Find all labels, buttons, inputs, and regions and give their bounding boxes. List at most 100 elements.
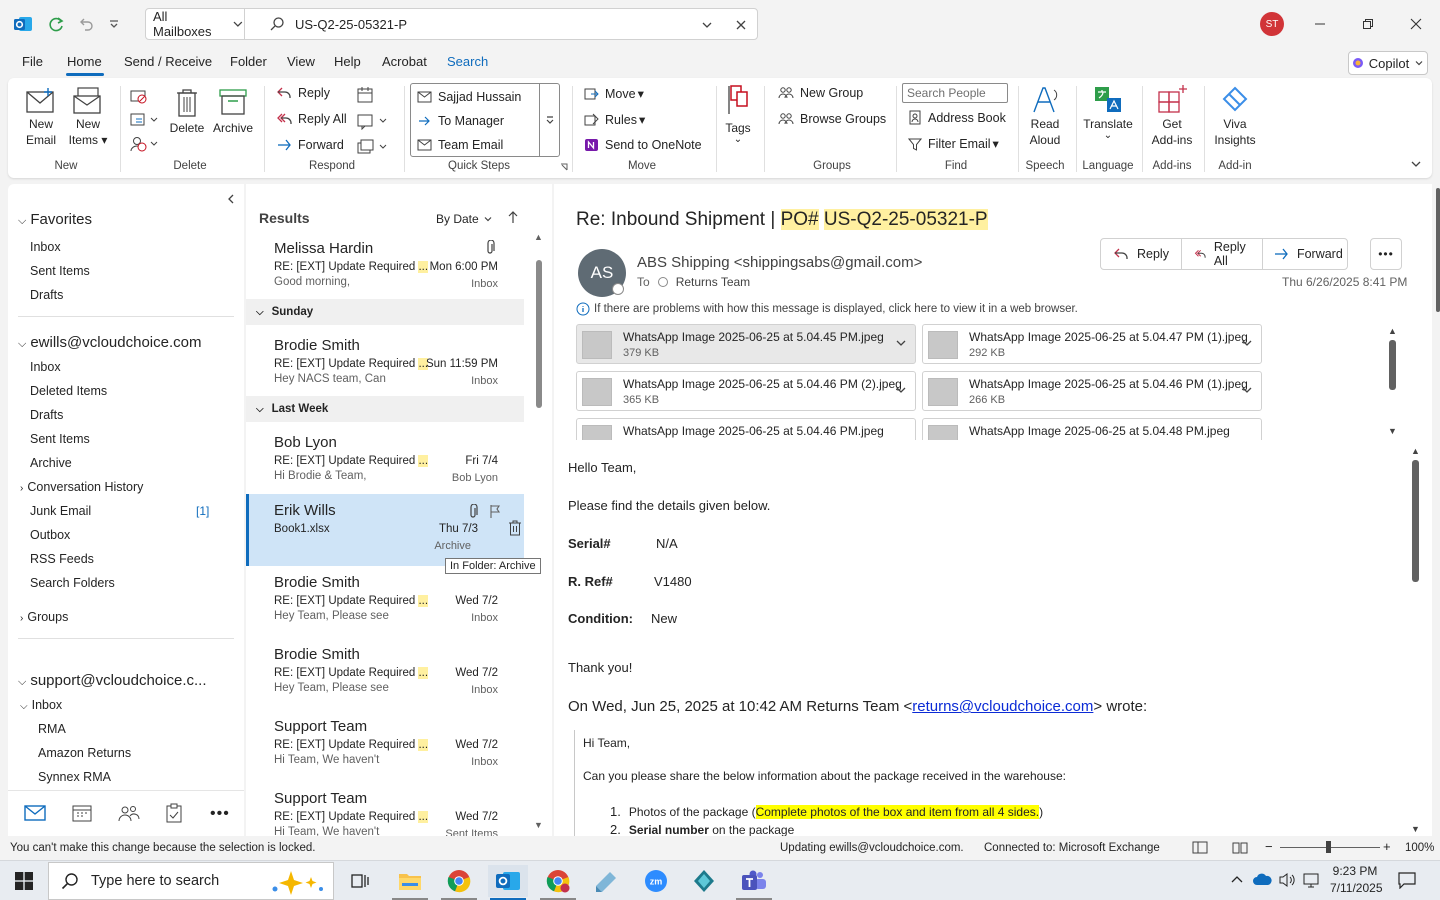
tab-search[interactable]: Search (447, 54, 488, 69)
tasks-module-icon[interactable] (166, 803, 182, 823)
scrollbar-thumb[interactable] (1412, 460, 1419, 582)
outlook-taskbar-icon[interactable] (488, 865, 528, 897)
folder-favorite-drafts[interactable]: Drafts (30, 288, 63, 302)
translate-button[interactable]: Translate ⌄ (1082, 84, 1134, 141)
meeting-reply-icon[interactable] (356, 86, 374, 104)
reply-button[interactable]: Reply (276, 86, 330, 100)
forward-button-header[interactable]: Forward (1263, 239, 1353, 269)
collapse-folder-pane-icon[interactable] (226, 194, 236, 204)
close-icon[interactable] (1402, 10, 1430, 38)
get-add-ins-button[interactable]: Get Add-ins (1150, 84, 1194, 148)
sender-name[interactable]: ABS Shipping <shippingsabs@gmail.com> (637, 254, 922, 271)
delete-icon[interactable] (508, 520, 522, 536)
app-diamond-icon[interactable] (684, 865, 724, 897)
message-item[interactable]: Support Team RE: [EXT] Update Required .… (246, 782, 524, 836)
search-people-input[interactable]: Search People (902, 83, 1008, 103)
folder-amazon-returns[interactable]: Amazon Returns (38, 746, 131, 760)
attachment[interactable]: WhatsApp Image 2025-06-25 at 5.04.45 PM.… (576, 324, 916, 364)
folder-inbox[interactable]: Inbox (30, 360, 61, 374)
junk-icon[interactable] (128, 134, 160, 154)
clear-search-icon[interactable] (735, 19, 747, 31)
folder-outbox[interactable]: Outbox (30, 528, 70, 542)
tab-acrobat[interactable]: Acrobat (382, 54, 427, 69)
move-button[interactable]: Move ▾ (584, 86, 644, 101)
delete-button[interactable]: Delete (168, 86, 206, 136)
flag-icon[interactable] (489, 504, 501, 518)
attachment[interactable]: WhatsApp Image 2025-06-25 at 5.04.46 PM … (922, 371, 1262, 411)
folder-synnex-rma[interactable]: Synnex RMA (38, 770, 111, 784)
collapse-ribbon-icon[interactable] (1410, 158, 1422, 170)
tab-help[interactable]: Help (334, 54, 361, 69)
groups-header[interactable]: › Groups (20, 610, 68, 624)
folder-search-folders[interactable]: Search Folders (30, 576, 115, 590)
reply-button-header[interactable]: Reply (1101, 239, 1182, 269)
taskbar-search[interactable]: Type here to search (48, 862, 334, 900)
zoom-in-icon[interactable]: + (1383, 839, 1391, 854)
chrome-icon[interactable] (439, 865, 479, 897)
filter-email-button[interactable]: Filter Email ▾ (908, 136, 999, 151)
folder-rss-feeds[interactable]: RSS Feeds (30, 552, 94, 566)
people-module-icon[interactable] (118, 804, 140, 822)
folder-deleted-items[interactable]: Deleted Items (30, 384, 107, 398)
more-modules-icon[interactable]: ••• (210, 805, 230, 823)
sort-dropdown[interactable]: By Date (436, 212, 493, 226)
windows-start-icon[interactable] (4, 865, 44, 897)
group-header-sunday[interactable]: ⌵ Sunday (246, 299, 524, 325)
reading-pane-scrollbar[interactable]: ▲ ▼ (1411, 446, 1421, 836)
attachments-scrollbar[interactable]: ▲ ▼ (1388, 326, 1398, 438)
message-item[interactable]: Brodie Smith RE: [EXT] Update Required .… (246, 638, 524, 710)
attachment[interactable]: WhatsApp Image 2025-06-25 at 5.04.47 PM … (922, 324, 1262, 364)
normal-view-icon[interactable] (1192, 841, 1208, 854)
sync-icon[interactable] (44, 12, 68, 36)
show-hidden-icons-icon[interactable] (1230, 873, 1244, 887)
rules-button[interactable]: Rules ▾ (584, 112, 645, 127)
app-icon[interactable] (586, 865, 626, 897)
info-bar[interactable]: If there are problems with how this mess… (576, 302, 1078, 316)
folder-support-inbox[interactable]: ⌵ Inbox (20, 698, 62, 712)
message-item-selected[interactable]: Erik Wills Book1.xlsx Thu 7/3 Archive (246, 494, 524, 566)
search-options-chevron-icon[interactable] (701, 19, 713, 31)
tab-view[interactable]: View (287, 54, 315, 69)
browse-groups-button[interactable]: Browse Groups (778, 112, 886, 126)
favorites-header[interactable]: ⌵ Favorites (18, 211, 92, 228)
ignore-icon[interactable] (128, 86, 148, 106)
account-header-support[interactable]: ⌵ support@vcloudchoice.c... (18, 672, 207, 689)
reply-all-button[interactable]: Reply All (276, 112, 347, 126)
folder-favorite-sent[interactable]: Sent Items (30, 264, 90, 278)
message-item[interactable]: Bob Lyon RE: [EXT] Update Required ... F… (246, 426, 524, 498)
more-respond-icon[interactable] (356, 138, 388, 156)
chevron-down-icon[interactable] (1241, 384, 1253, 396)
chevron-down-icon[interactable] (895, 337, 907, 349)
new-email-button[interactable]: New Email (24, 86, 58, 148)
undo-icon[interactable] (74, 12, 98, 36)
account-header-ewills[interactable]: ⌵ ewills@vcloudchoice.com (18, 334, 201, 351)
account-avatar[interactable]: ST (1260, 12, 1284, 36)
reply-all-button-header[interactable]: Reply All (1182, 239, 1263, 269)
scrollbar-thumb[interactable] (536, 260, 542, 408)
zoom-out-icon[interactable]: − (1265, 839, 1273, 854)
onedrive-icon[interactable] (1252, 872, 1272, 886)
message-list-scrollbar[interactable]: ▲ ▼ (534, 232, 544, 832)
tab-file[interactable]: File (22, 54, 43, 69)
sort-direction-icon[interactable] (508, 210, 518, 224)
file-explorer-icon[interactable] (390, 865, 430, 897)
group-header-last-week[interactable]: ⌵ Last Week (246, 396, 524, 422)
quick-steps-launcher-icon[interactable] (560, 163, 568, 171)
read-aloud-button[interactable]: Read Aloud (1024, 84, 1066, 148)
mail-module-icon[interactable] (24, 805, 46, 821)
cleanup-icon[interactable] (128, 110, 160, 130)
mailbox-scope-dropdown[interactable]: All Mailboxes (145, 8, 245, 40)
folder-sent-items[interactable]: Sent Items (30, 432, 90, 446)
tab-folder[interactable]: Folder (230, 54, 267, 69)
new-items-button[interactable]: New Items ▾ (68, 86, 108, 148)
volume-icon[interactable] (1278, 872, 1296, 888)
network-icon[interactable] (1302, 872, 1320, 888)
attachment[interactable]: WhatsApp Image 2025-06-25 at 5.04.46 PM.… (576, 418, 916, 440)
quick-step-to-manager[interactable]: To Manager (417, 114, 504, 128)
search-input[interactable]: US-Q2-25-05321-P (295, 17, 407, 32)
archive-button[interactable]: Archive (211, 86, 255, 136)
restore-icon[interactable] (1354, 10, 1382, 38)
folder-rma[interactable]: RMA (38, 722, 66, 736)
viva-insights-button[interactable]: Viva Insights (1210, 84, 1260, 148)
scrollbar-thumb[interactable] (1389, 340, 1396, 390)
